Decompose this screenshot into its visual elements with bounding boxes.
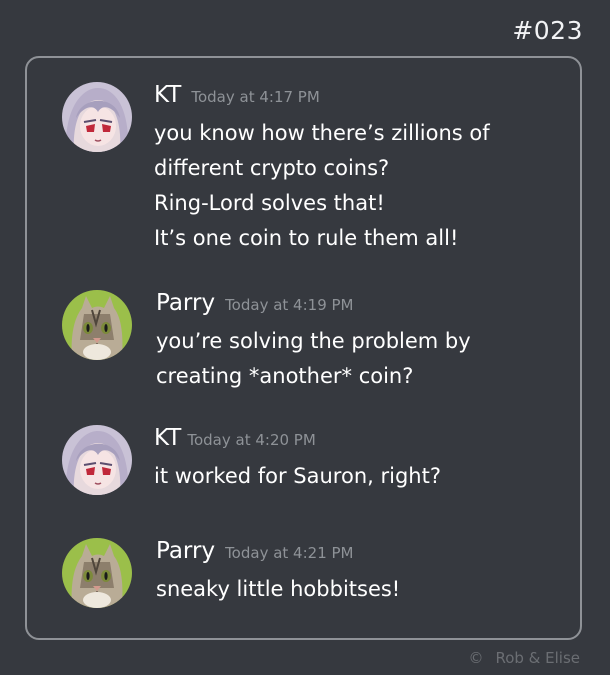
message-line: It’s one coin to rule them all! xyxy=(154,226,459,250)
chat-message: KT Today at 4:20 PM it worked for Sauron… xyxy=(62,425,441,495)
comic-number: #023 xyxy=(512,16,583,45)
chat-message: Parry Today at 4:21 PM sneaky little hob… xyxy=(62,538,400,608)
message-timestamp: Today at 4:19 PM xyxy=(225,296,354,314)
message-timestamp: Today at 4:21 PM xyxy=(225,544,354,562)
cat-avatar-icon[interactable] xyxy=(62,538,132,608)
chat-message: Parry Today at 4:19 PM you’re solving th… xyxy=(62,290,471,394)
credit-text: Rob & Elise xyxy=(495,649,580,667)
message-line: you know how there’s zillions of xyxy=(154,121,490,145)
message-line: creating *another* coin? xyxy=(156,364,414,388)
copyright-credit: © Rob & Elise xyxy=(468,649,580,667)
message-timestamp: Today at 4:17 PM xyxy=(191,88,320,106)
message-author[interactable]: KT xyxy=(154,82,181,108)
message-author[interactable]: KT xyxy=(154,425,181,451)
message-line: different crypto coins? xyxy=(154,156,390,180)
message-line: it worked for Sauron, right? xyxy=(154,464,441,488)
message-timestamp: Today at 4:20 PM xyxy=(187,431,316,449)
message-line: Ring-Lord solves that! xyxy=(154,191,385,215)
message-line: sneaky little hobbitses! xyxy=(156,577,401,601)
anime-girl-avatar-icon[interactable] xyxy=(62,425,132,495)
message-author[interactable]: Parry xyxy=(156,538,215,564)
chat-message: KT Today at 4:17 PM you know how there’s… xyxy=(62,82,490,256)
anime-girl-avatar-icon[interactable] xyxy=(62,82,132,152)
message-line: you’re solving the problem by xyxy=(156,329,471,353)
copyright-icon: © xyxy=(468,649,484,667)
chat-panel: KT Today at 4:17 PM you know how there’s… xyxy=(25,56,582,640)
cat-avatar-icon[interactable] xyxy=(62,290,132,360)
message-author[interactable]: Parry xyxy=(156,290,215,316)
